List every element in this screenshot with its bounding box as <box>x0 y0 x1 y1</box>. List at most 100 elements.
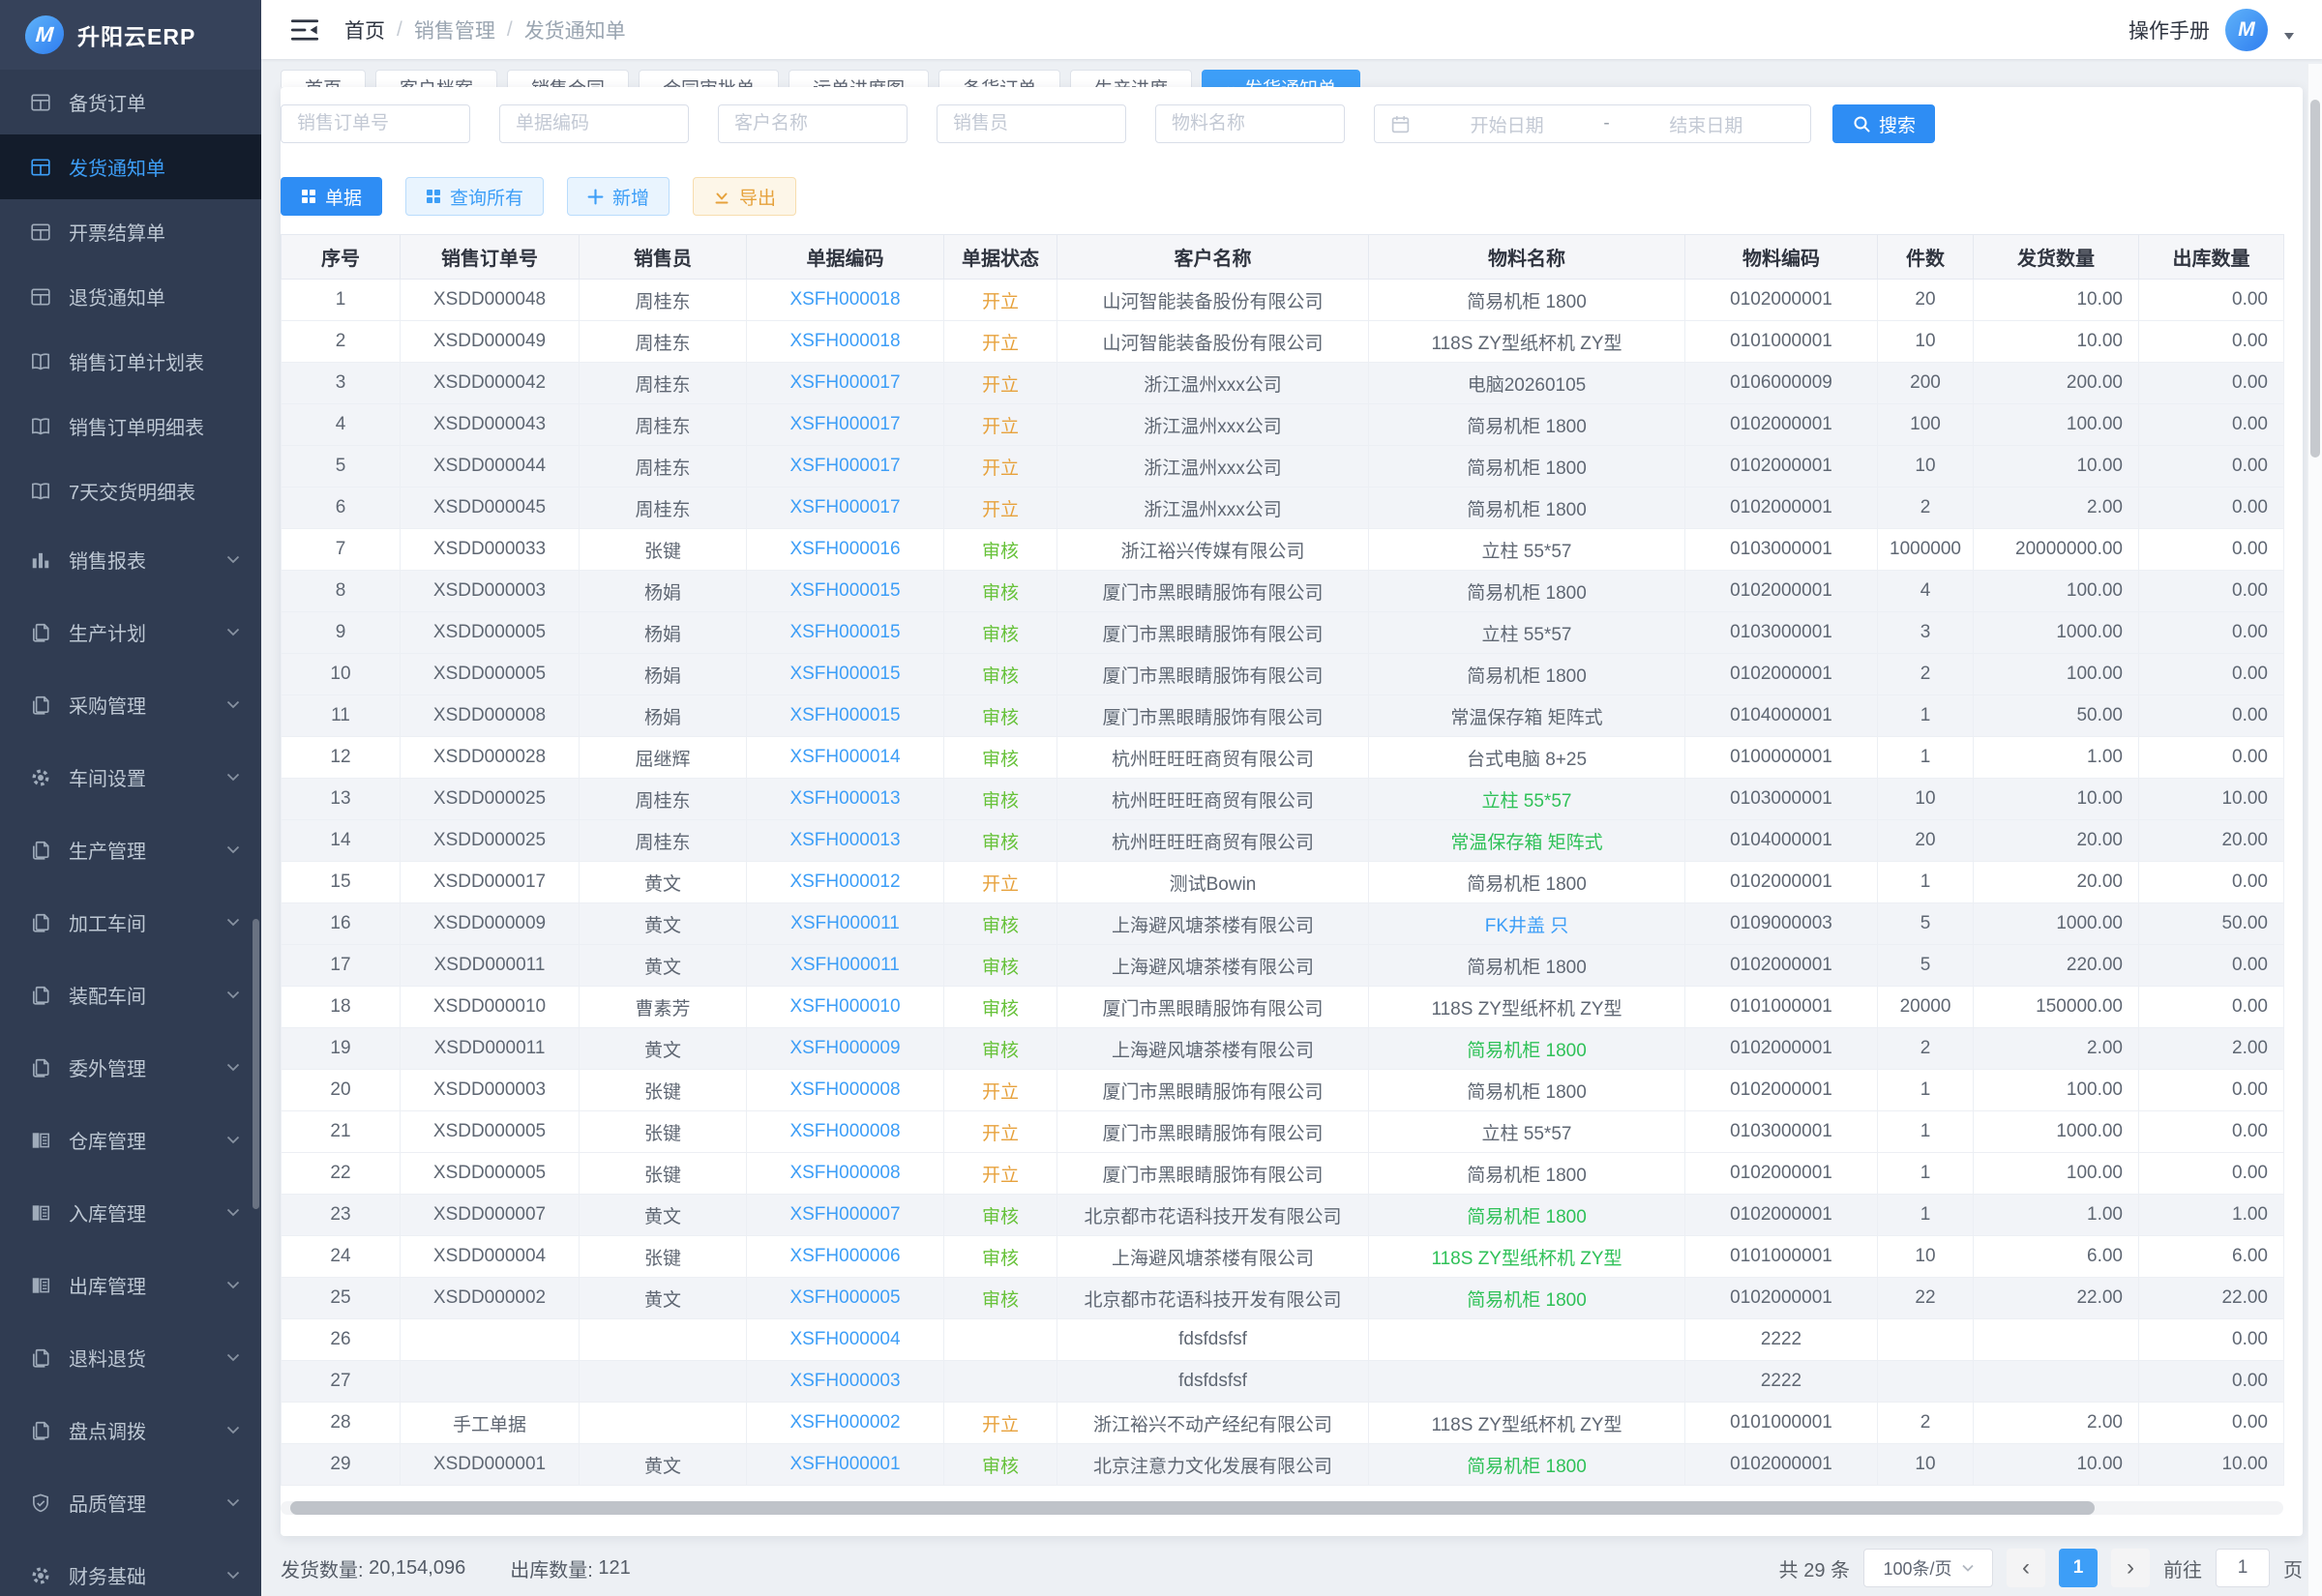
cell-doc[interactable]: XSFH000017 <box>747 404 944 446</box>
query-all-button[interactable]: 查询所有 <box>405 177 544 216</box>
breadcrumb-sales[interactable]: 销售管理 <box>414 15 495 44</box>
sidebar-item-14[interactable]: 委外管理 <box>0 1031 261 1104</box>
cell-doc[interactable]: XSFH000017 <box>747 446 944 488</box>
table-row[interactable]: 13XSDD000025周桂东XSFH000013审核杭州旺旺旺商贸有限公司立柱… <box>282 779 2284 820</box>
user-caret-icon[interactable] <box>2283 32 2295 41</box>
tab-7[interactable]: ×发货通知单 <box>1202 70 1360 87</box>
table-row[interactable]: 25XSDD000002黄文XSFH000005审核北京都市花语科技开发有限公司… <box>282 1278 2284 1319</box>
date-range-picker[interactable]: 开始日期 - 结束日期 <box>1374 104 1811 143</box>
cell-doc[interactable]: XSFH000014 <box>747 737 944 779</box>
table-row[interactable]: 19XSDD000011黄文XSFH000009审核上海避风塘茶楼有限公司简易机… <box>282 1028 2284 1070</box>
breadcrumb-home[interactable]: 首页 <box>344 15 385 44</box>
avatar[interactable]: M <box>2225 9 2268 51</box>
cell-doc[interactable]: XSFH000005 <box>747 1278 944 1319</box>
tab-6[interactable]: 生产进度 <box>1070 70 1192 87</box>
cell-doc[interactable]: XSFH000009 <box>747 1028 944 1070</box>
cell-doc[interactable]: XSFH000008 <box>747 1111 944 1153</box>
tab-4[interactable]: 运单进度图 <box>789 70 929 87</box>
cell-doc[interactable]: XSFH000004 <box>747 1319 944 1361</box>
sidebar-item-2[interactable]: 开票结算单 <box>0 199 261 264</box>
table-row[interactable]: 17XSDD000011黄文XSFH000011审核上海避风塘茶楼有限公司简易机… <box>282 945 2284 987</box>
horizontal-scrollbar[interactable] <box>290 1501 2095 1515</box>
table-row[interactable]: 9XSDD000005杨娟XSFH000015审核厦门市黑眼睛服饰有限公司立柱 … <box>282 612 2284 654</box>
sidebar-item-12[interactable]: 加工车间 <box>0 886 261 959</box>
table-row[interactable]: 28手工单据XSFH000002开立浙江裕兴不动产经纪有限公司118S ZY型纸… <box>282 1403 2284 1444</box>
table-row[interactable]: 12XSDD000028屈继辉XSFH000014审核杭州旺旺旺商贸有限公司台式… <box>282 737 2284 779</box>
doc-button[interactable]: 单据 <box>281 177 382 216</box>
table-row[interactable]: 15XSDD000017黄文XSFH000012开立测试Bowin简易机柜 18… <box>282 862 2284 903</box>
seller-input[interactable] <box>937 104 1126 143</box>
table-row[interactable]: 26XSFH000004fdsfdsfsf22220.00 <box>282 1319 2284 1361</box>
cell-doc[interactable]: XSFH000015 <box>747 571 944 612</box>
prev-page-button[interactable]: ‹ <box>2007 1549 2045 1587</box>
page-size-select[interactable]: 100条/页 <box>1863 1549 1993 1587</box>
sidebar-item-19[interactable]: 盘点调拨 <box>0 1394 261 1466</box>
sales-order-input[interactable] <box>281 104 470 143</box>
table-row[interactable]: 7XSDD000033张键XSFH000016审核浙江裕兴传媒有限公司立柱 55… <box>282 529 2284 571</box>
sidebar-item-17[interactable]: 出库管理 <box>0 1249 261 1321</box>
sidebar-item-10[interactable]: 车间设置 <box>0 741 261 813</box>
tab-5[interactable]: 备货订单 <box>938 70 1060 87</box>
sidebar-item-21[interactable]: 财务基础 <box>0 1539 261 1596</box>
table-row[interactable]: 1XSDD000048周桂东XSFH000018开立山河智能装备股份有限公司简易… <box>282 280 2284 321</box>
sidebar-item-3[interactable]: 退货通知单 <box>0 264 261 329</box>
cell-doc[interactable]: XSFH000017 <box>747 363 944 404</box>
cell-doc[interactable]: XSFH000012 <box>747 862 944 903</box>
doc-code-input[interactable] <box>499 104 689 143</box>
page-scrollbar[interactable] <box>2310 100 2320 458</box>
cell-doc[interactable]: XSFH000008 <box>747 1153 944 1195</box>
cell-doc[interactable]: XSFH000011 <box>747 945 944 987</box>
sidebar-item-16[interactable]: 入库管理 <box>0 1176 261 1249</box>
cell-doc[interactable]: XSFH000001 <box>747 1444 944 1486</box>
cell-doc[interactable]: XSFH000007 <box>747 1195 944 1236</box>
table-row[interactable]: 29XSDD000001黄文XSFH000001审核北京注意力文化发展有限公司简… <box>282 1444 2284 1486</box>
tab-1[interactable]: 客户档案 <box>375 70 497 87</box>
export-button[interactable]: 导出 <box>693 177 796 216</box>
sidebar-item-0[interactable]: 备货订单 <box>0 70 261 134</box>
cell-doc[interactable]: XSFH000008 <box>747 1070 944 1111</box>
table-row[interactable]: 5XSDD000044周桂东XSFH000017开立浙江温州xxx公司简易机柜 … <box>282 446 2284 488</box>
manual-link[interactable]: 操作手册 <box>2128 15 2210 44</box>
table-row[interactable]: 16XSDD000009黄文XSFH000011审核上海避风塘茶楼有限公司FK井… <box>282 903 2284 945</box>
cell-doc[interactable]: XSFH000003 <box>747 1361 944 1403</box>
goto-page-input[interactable] <box>2216 1549 2270 1587</box>
menu-fold-icon[interactable] <box>290 17 319 43</box>
cell-doc[interactable]: XSFH000011 <box>747 903 944 945</box>
cell-doc[interactable]: XSFH000002 <box>747 1403 944 1444</box>
table-row[interactable]: 14XSDD000025周桂东XSFH000013审核杭州旺旺旺商贸有限公司常温… <box>282 820 2284 862</box>
sidebar-item-20[interactable]: 品质管理 <box>0 1466 261 1539</box>
table-row[interactable]: 4XSDD000043周桂东XSFH000017开立浙江温州xxx公司简易机柜 … <box>282 404 2284 446</box>
table-row[interactable]: 6XSDD000045周桂东XSFH000017开立浙江温州xxx公司简易机柜 … <box>282 488 2284 529</box>
sidebar-item-7[interactable]: 销售报表 <box>0 523 261 596</box>
sidebar-item-4[interactable]: 销售订单计划表 <box>0 329 261 394</box>
table-row[interactable]: 8XSDD000003杨娟XSFH000015审核厦门市黑眼睛服饰有限公司简易机… <box>282 571 2284 612</box>
customer-input[interactable] <box>718 104 908 143</box>
sidebar-item-8[interactable]: 生产计划 <box>0 596 261 668</box>
table-row[interactable]: 20XSDD000003张键XSFH000008开立厦门市黑眼睛服饰有限公司简易… <box>282 1070 2284 1111</box>
cell-doc[interactable]: XSFH000013 <box>747 820 944 862</box>
sidebar-item-6[interactable]: 7天交货明细表 <box>0 458 261 523</box>
cell-doc[interactable]: XSFH000013 <box>747 779 944 820</box>
tab-0[interactable]: 首页 <box>281 70 366 87</box>
sidebar-scrollbar[interactable] <box>253 919 259 1209</box>
cell-doc[interactable]: XSFH000016 <box>747 529 944 571</box>
sidebar-item-1[interactable]: 发货通知单 <box>0 134 261 199</box>
table-row[interactable]: 11XSDD000008杨娟XSFH000015审核厦门市黑眼睛服饰有限公司常温… <box>282 695 2284 737</box>
sidebar-item-11[interactable]: 生产管理 <box>0 813 261 886</box>
cell-doc[interactable]: XSFH000015 <box>747 654 944 695</box>
table-row[interactable]: 23XSDD000007黄文XSFH000007审核北京都市花语科技开发有限公司… <box>282 1195 2284 1236</box>
sidebar-item-5[interactable]: 销售订单明细表 <box>0 394 261 458</box>
search-button[interactable]: 搜索 <box>1832 104 1935 143</box>
table-row[interactable]: 21XSDD000005张键XSFH000008开立厦门市黑眼睛服饰有限公司立柱… <box>282 1111 2284 1153</box>
add-button[interactable]: 新增 <box>567 177 670 216</box>
cell-doc[interactable]: XSFH000015 <box>747 612 944 654</box>
cell-doc[interactable]: XSFH000018 <box>747 321 944 363</box>
cell-doc[interactable]: XSFH000010 <box>747 987 944 1028</box>
tab-3[interactable]: 合同审批单 <box>639 70 779 87</box>
table-row[interactable]: 10XSDD000005杨娟XSFH000015审核厦门市黑眼睛服饰有限公司简易… <box>282 654 2284 695</box>
current-page-button[interactable]: 1 <box>2059 1549 2098 1587</box>
sidebar-item-13[interactable]: 装配车间 <box>0 959 261 1031</box>
cell-doc[interactable]: XSFH000018 <box>747 280 944 321</box>
cell-doc[interactable]: XSFH000015 <box>747 695 944 737</box>
table-row[interactable]: 2XSDD000049周桂东XSFH000018开立山河智能装备股份有限公司11… <box>282 321 2284 363</box>
